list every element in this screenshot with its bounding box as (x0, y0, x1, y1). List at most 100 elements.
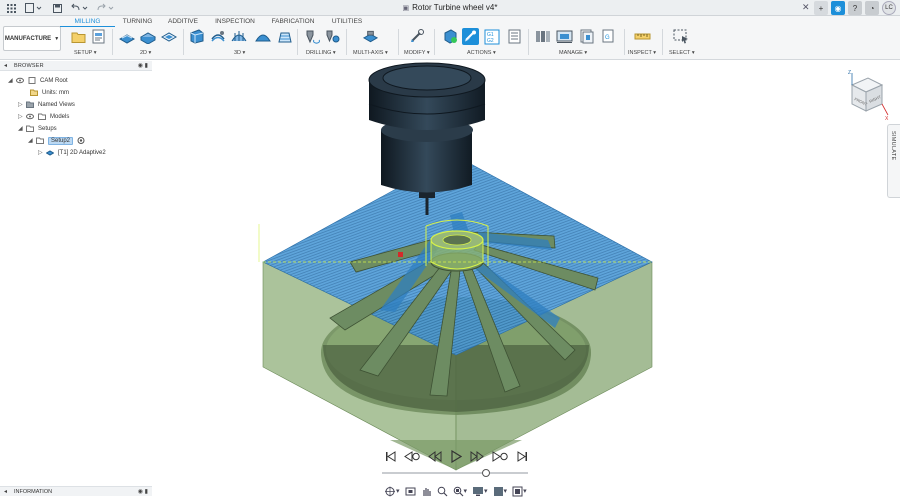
document-icon (28, 77, 36, 84)
zoom-icon[interactable] (437, 485, 448, 497)
user-avatar[interactable]: LC (882, 1, 896, 15)
2d-contour-icon[interactable] (160, 28, 177, 45)
tab-milling[interactable]: MILLING (60, 16, 115, 27)
tree-item-cam-root[interactable]: ◢ CAM Root (8, 75, 68, 86)
previous-operation-icon[interactable] (404, 450, 420, 462)
close-tab-icon[interactable]: ✕ (802, 2, 810, 13)
expand-arrow-icon[interactable]: ◢ (8, 77, 16, 84)
eye-icon[interactable] (16, 77, 24, 84)
setup-sheet-icon[interactable] (90, 28, 107, 45)
folder-icon (30, 89, 38, 96)
3d-pocket-icon[interactable] (209, 28, 226, 45)
generate-icon[interactable] (441, 28, 458, 45)
panel-toggle-icon[interactable]: ◉ ▮ (138, 62, 148, 69)
3d-adaptive-icon[interactable] (188, 28, 205, 45)
skip-to-end-icon[interactable] (516, 450, 528, 462)
new-tab-button[interactable]: + (814, 1, 828, 15)
tree-item-named-views[interactable]: ▷ Named Views (18, 99, 75, 110)
eye-icon[interactable] (26, 113, 34, 120)
tool-library-icon[interactable] (535, 28, 552, 45)
3d-parallel-icon[interactable] (230, 28, 247, 45)
information-panel: ◂ INFORMATION ◉ ▮ (0, 486, 152, 496)
step-back-icon[interactable] (428, 450, 442, 462)
multi-axis-icon[interactable] (362, 28, 379, 45)
group-select[interactable]: SELECT ▾ (669, 50, 695, 56)
tree-item-setup2[interactable]: ◢ Setup2 (28, 135, 89, 146)
post-library-icon[interactable]: G (600, 28, 617, 45)
2d-adaptive-icon[interactable] (118, 28, 135, 45)
active-target-icon[interactable] (77, 137, 85, 144)
expand-arrow-icon[interactable]: ◢ (28, 137, 36, 144)
hub-bore (442, 234, 472, 246)
group-actions[interactable]: ACTIONS ▾ (467, 50, 496, 56)
toolpath-icon (46, 150, 54, 156)
group-3d[interactable]: 3D ▾ (234, 50, 245, 56)
group-inspect[interactable]: INSPECT ▾ (628, 50, 656, 56)
panel-toggle-icon[interactable]: ◉ ▮ (138, 488, 148, 495)
collapse-arrow-icon[interactable]: ◂ (4, 62, 7, 69)
setup-sheet-doc-icon[interactable] (506, 28, 523, 45)
select-icon[interactable] (672, 28, 689, 45)
tree-item-units[interactable]: Units: mm (30, 87, 69, 98)
divider (398, 29, 399, 55)
step-forward-icon[interactable] (470, 450, 484, 462)
divider (183, 29, 184, 55)
orbit-icon[interactable]: ▾ (384, 485, 400, 497)
expand-arrow-icon[interactable]: ▷ (18, 101, 26, 108)
document-title-text: Rotor Turbine wheel v4* (412, 3, 498, 12)
simulate-tab-label: SIMULATE (890, 131, 896, 161)
group-manage[interactable]: MANAGE ▾ (559, 50, 587, 56)
group-setup[interactable]: SETUP ▾ (74, 50, 97, 56)
tab-turning[interactable]: TURNING (115, 16, 160, 27)
drill-icon[interactable] (303, 28, 320, 45)
tab-utilities[interactable]: UTILITIES (322, 16, 372, 27)
z-axis-label: Z (848, 70, 851, 76)
tree-item-models[interactable]: ▷ Models (18, 111, 69, 122)
display-settings-icon[interactable]: ▾ (472, 485, 488, 497)
2d-pocket-icon[interactable] (139, 28, 156, 45)
template-library-icon[interactable] (578, 28, 595, 45)
title-bar: ▣ Rotor Turbine wheel v4* ✕ + ◉ ? ◔ LC (0, 0, 900, 16)
3d-viewport[interactable]: FRONT RIGHT Z X (152, 61, 900, 499)
expand-arrow-icon[interactable]: ▷ (18, 113, 26, 120)
tab-fabrication[interactable]: FABRICATION (264, 16, 322, 27)
simulate-icon[interactable] (462, 28, 479, 45)
tab-inspection[interactable]: INSPECTION (206, 16, 264, 27)
modify-icon[interactable] (408, 28, 425, 45)
tab-additive[interactable]: ADDITIVE (160, 16, 206, 27)
3d-contour-icon[interactable] (276, 28, 293, 45)
expand-arrow-icon[interactable]: ▷ (38, 149, 46, 156)
browser-title: BROWSER (14, 63, 44, 69)
fit-icon[interactable]: ▾ (453, 485, 467, 497)
group-modify[interactable]: MODIFY ▾ (404, 50, 430, 56)
notifications-icon[interactable]: ◔ (865, 1, 879, 15)
playback-slider[interactable] (382, 469, 528, 477)
extensions-icon[interactable]: ◉ (831, 1, 845, 15)
group-multi-axis[interactable]: MULTI-AXIS ▾ (353, 50, 388, 56)
help-icon[interactable]: ? (848, 1, 862, 15)
machine-library-icon[interactable] (556, 28, 573, 45)
new-folder-icon[interactable] (70, 28, 87, 45)
measure-icon[interactable] (634, 28, 651, 45)
tree-item-setups[interactable]: ◢ Setups (18, 123, 57, 134)
simulate-side-tab[interactable]: SIMULATE (887, 124, 900, 198)
group-drilling[interactable]: DRILLING ▾ (306, 50, 336, 56)
collapse-arrow-icon[interactable]: ◂ (4, 488, 7, 495)
3d-scallop-icon[interactable] (254, 28, 271, 45)
next-operation-icon[interactable] (492, 450, 508, 462)
group-2d[interactable]: 2D ▾ (140, 50, 151, 56)
pan-icon[interactable] (421, 485, 432, 497)
expand-arrow-icon[interactable]: ◢ (18, 125, 26, 132)
cam-scene[interactable] (152, 61, 900, 499)
divider (434, 29, 435, 55)
view-cube[interactable]: FRONT RIGHT Z X (842, 69, 892, 121)
play-icon[interactable] (450, 449, 462, 463)
tree-item-2d-adaptive[interactable]: ▷ [T1] 2D Adaptive2 (38, 147, 106, 158)
skip-to-start-icon[interactable] (384, 450, 396, 462)
look-at-icon[interactable] (405, 485, 416, 497)
post-process-icon[interactable]: G1 G2 (483, 28, 500, 45)
hole-recognition-icon[interactable] (323, 28, 340, 45)
viewports-icon[interactable]: ▾ (512, 485, 527, 497)
title-bar-right: + ◉ ? ◔ LC (814, 1, 896, 15)
grid-settings-icon[interactable]: ▾ (493, 485, 507, 497)
